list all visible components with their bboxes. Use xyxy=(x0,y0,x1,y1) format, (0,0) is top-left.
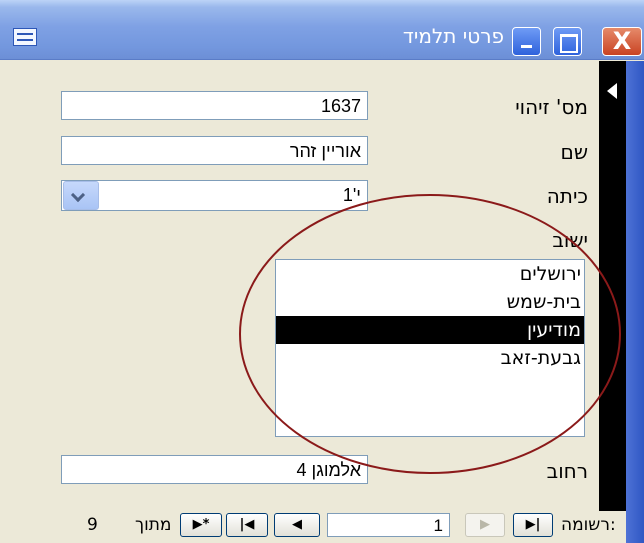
next-record-button[interactable]: ▶ xyxy=(465,513,505,537)
list-item[interactable]: בית-שמש xyxy=(276,288,584,316)
previous-record-button[interactable]: ◀ xyxy=(274,513,320,537)
list-item[interactable]: גבעת-זאב xyxy=(276,344,584,372)
dropdown-chevron-icon xyxy=(70,187,86,203)
id-label: מס' זיהוי xyxy=(515,95,588,119)
settlement-listbox[interactable]: ירושלים בית-שמש מודיעין גבעת-זאב xyxy=(275,259,585,437)
class-combobox[interactable]: י'1 xyxy=(61,180,368,211)
class-dropdown-button[interactable] xyxy=(63,181,99,210)
form-icon[interactable] xyxy=(13,28,37,46)
student-details-window: פרטי תלמיד X 1637 מס' זיהוי אוריין זהר ש… xyxy=(0,0,644,543)
id-field[interactable]: 1637 xyxy=(61,91,368,120)
name-field[interactable]: אוריין זהר xyxy=(61,136,368,165)
of-label: מתוך xyxy=(135,515,172,535)
first-record-button[interactable]: |◀ xyxy=(226,513,268,537)
list-item[interactable]: ירושלים xyxy=(276,260,584,288)
record-selector-arrow-icon xyxy=(607,83,617,99)
close-button[interactable]: X xyxy=(602,27,642,56)
close-icon: X xyxy=(612,27,632,55)
window-right-border xyxy=(626,61,644,543)
settlement-label: ישוב xyxy=(552,228,588,252)
title-bar[interactable]: פרטי תלמיד X xyxy=(0,0,644,60)
window-title: פרטי תלמיד xyxy=(402,24,504,48)
record-label: רשומה: xyxy=(561,515,616,535)
list-item-selected[interactable]: מודיעין xyxy=(276,316,584,344)
last-record-button[interactable]: ▶| xyxy=(513,513,553,537)
total-records: 9 xyxy=(87,515,98,535)
name-label: שם xyxy=(560,140,588,164)
street-field[interactable]: אלמוגן 4 xyxy=(61,455,368,484)
class-label: כיתה xyxy=(546,184,588,208)
street-label: רחוב xyxy=(546,459,588,483)
new-record-button[interactable]: ▶* xyxy=(180,513,222,537)
record-selector[interactable] xyxy=(599,61,626,511)
current-record-input[interactable]: 1 xyxy=(327,513,450,537)
minimize-button[interactable] xyxy=(512,27,541,56)
maximize-button[interactable] xyxy=(553,27,582,56)
